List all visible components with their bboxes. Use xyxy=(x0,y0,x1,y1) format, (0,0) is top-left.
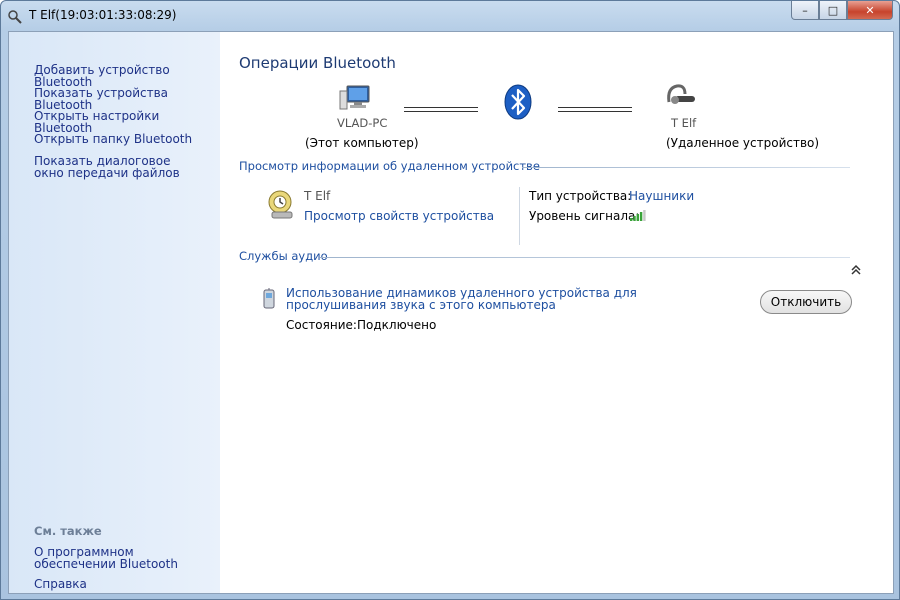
info-device-name: T Elf xyxy=(304,189,331,203)
computer-icon xyxy=(339,85,370,110)
audio-service-link[interactable]: Использование динамиков удаленного устро… xyxy=(286,287,738,311)
about-software-link[interactable]: О программном обеспечении Bluetooth xyxy=(34,546,214,570)
window-controls: – □ ✕ xyxy=(791,1,893,21)
open-settings-link[interactable]: Открыть настройки Bluetooth xyxy=(34,110,220,134)
add-device-link[interactable]: Добавить устройство Bluetooth xyxy=(34,64,220,88)
signal-bar xyxy=(633,216,636,221)
disconnect-button[interactable]: Отключить xyxy=(760,290,852,314)
task-pane: Добавить устройство Bluetooth Показать у… xyxy=(9,32,220,593)
status-label: Состояние: xyxy=(286,318,357,332)
signal-bar xyxy=(639,212,643,221)
local-device-caption: (Этот компьютер) xyxy=(305,136,419,150)
operations-heading: Операции Bluetooth xyxy=(239,54,396,72)
device-type-label: Тип устройства: xyxy=(529,189,632,203)
main-content: Операции Bluetooth VLAD-PC (Этот компьют… xyxy=(220,32,893,593)
signal-bar xyxy=(636,214,639,221)
collapse-chevron-icon[interactable] xyxy=(850,264,862,276)
device-type-value: Наушники xyxy=(629,189,695,203)
phone-speaker-icon xyxy=(263,288,275,309)
window-title: T Elf(19:03:01:33:08:29) xyxy=(29,8,177,22)
file-transfer-dialog-link[interactable]: Показать диалоговое окно передачи файлов xyxy=(34,155,194,179)
signal-strength-label: Уровень сигнала: xyxy=(529,209,640,223)
remote-info-section-title: Просмотр информации об удаленном устройс… xyxy=(239,159,540,173)
signal-bar xyxy=(643,210,646,221)
remote-device-caption: (Удаленное устройство) xyxy=(666,136,820,150)
section-divider xyxy=(522,167,850,168)
view-device-properties-link[interactable]: Просмотр свойств устройства xyxy=(304,209,494,223)
info-separator xyxy=(519,187,520,245)
show-devices-link[interactable]: Показать устройства Bluetooth xyxy=(34,87,220,111)
open-folder-link[interactable]: Открыть папку Bluetooth xyxy=(34,133,192,145)
see-also-heading: См. также xyxy=(34,524,102,538)
connection-line-right xyxy=(558,107,632,112)
help-link[interactable]: Справка xyxy=(34,578,87,590)
connection-line-left xyxy=(404,107,478,112)
bluetooth-icon xyxy=(504,84,532,120)
headset-icon xyxy=(667,84,695,104)
minimize-button[interactable]: – xyxy=(791,1,819,20)
local-device-name: VLAD-PC xyxy=(337,116,388,130)
maximize-button[interactable]: □ xyxy=(819,1,847,20)
remote-device-name: T Elf xyxy=(671,116,697,130)
audio-services-section-title: Службы аудио xyxy=(239,249,328,263)
audio-section-divider xyxy=(320,257,850,258)
client-area: Добавить устройство Bluetooth Показать у… xyxy=(8,31,894,594)
bluetooth-device-icon xyxy=(8,10,22,24)
bluetooth-window: T Elf(19:03:01:33:08:29) – □ ✕ Добавить … xyxy=(0,0,900,600)
signal-bar xyxy=(630,218,633,221)
title-bar[interactable]: T Elf(19:03:01:33:08:29) – □ ✕ xyxy=(1,1,899,31)
device-properties-icon xyxy=(268,190,293,219)
close-button[interactable]: ✕ xyxy=(847,1,893,20)
signal-strength-icon xyxy=(630,210,646,221)
status-value: Подключено xyxy=(357,318,437,332)
